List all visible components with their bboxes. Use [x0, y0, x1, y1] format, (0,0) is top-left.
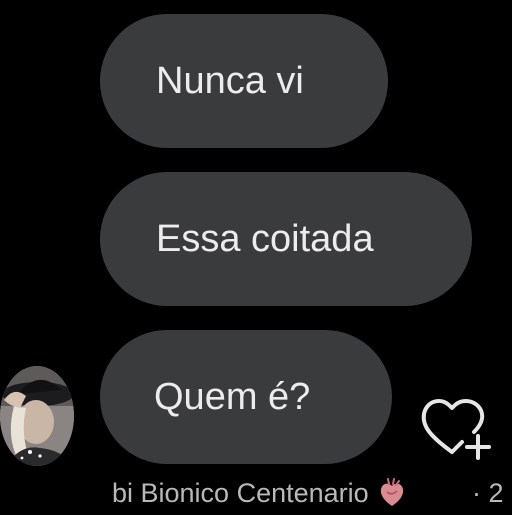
- message-bubble[interactable]: Essa coitada: [100, 172, 472, 306]
- react-heart-button[interactable]: [418, 394, 498, 464]
- avatar[interactable]: [0, 366, 74, 466]
- message-bubble[interactable]: Quem é?: [100, 330, 392, 464]
- message-text: Essa coitada: [156, 218, 374, 260]
- message-bubble[interactable]: Nunca vi: [100, 14, 388, 148]
- anatomical-heart-icon: [377, 478, 407, 508]
- message-text: Nunca vi: [156, 60, 304, 102]
- heart-plus-icon: [421, 398, 491, 460]
- profile-photo-icon: [0, 366, 74, 466]
- message-thread: Nunca vi Essa coitada Quem é? bi Bionico…: [0, 0, 512, 512]
- message-text: Quem é?: [154, 376, 311, 418]
- reply-meta: bi Bionico Centenario · 2: [112, 474, 504, 512]
- author-name[interactable]: bi Bionico Centenario: [112, 478, 369, 509]
- timestamp: · 2: [472, 478, 504, 508]
